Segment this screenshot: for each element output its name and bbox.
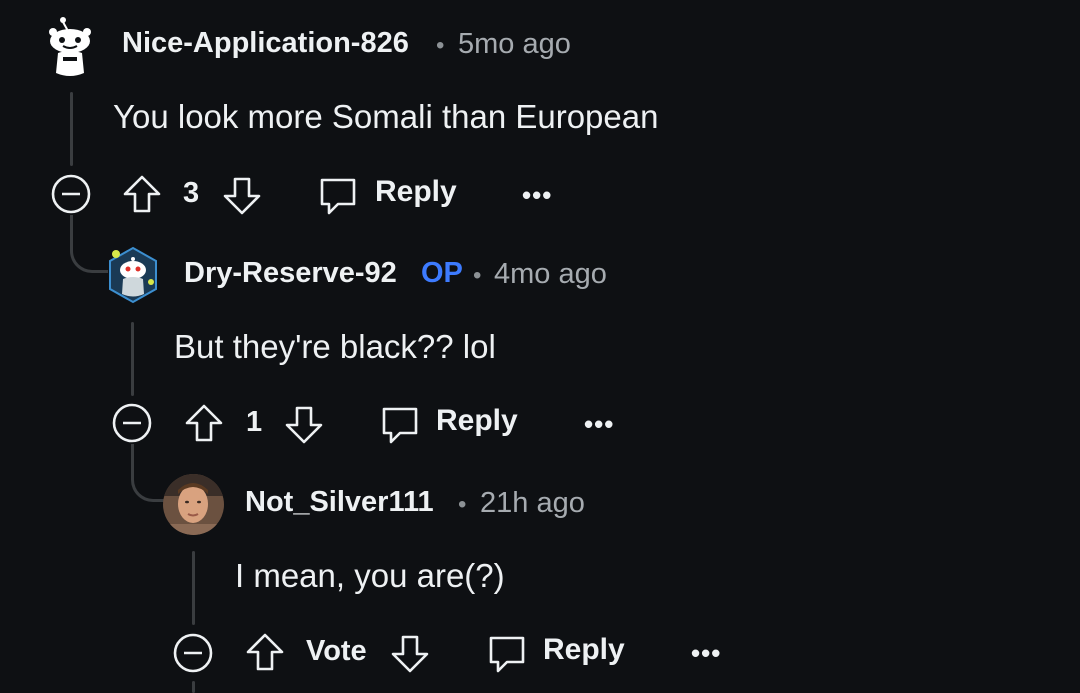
thread-line[interactable]	[192, 551, 195, 625]
avatar[interactable]	[163, 474, 224, 535]
comment-body: I mean, you are(?)	[235, 557, 505, 594]
reply-button[interactable]: Reply	[375, 175, 457, 209]
downvote-icon[interactable]	[390, 634, 430, 679]
reply-bubble-icon[interactable]	[487, 634, 527, 679]
reply-button[interactable]: Reply	[436, 404, 518, 438]
vote-label: Vote	[306, 635, 367, 667]
comment-timestamp: 21h ago	[480, 487, 585, 519]
comment-thread: Nice-Application-826 • 5mo ago You look …	[0, 0, 1080, 693]
reply-button[interactable]: Reply	[543, 633, 625, 667]
upvote-icon[interactable]	[245, 632, 285, 677]
upvote-icon[interactable]	[122, 174, 162, 219]
comment-author[interactable]: Dry-Reserve-92	[184, 257, 397, 290]
photo-avatar-icon	[163, 474, 224, 535]
thread-connector	[131, 444, 169, 502]
collapse-icon[interactable]	[112, 403, 152, 448]
more-options-icon[interactable]: •••	[584, 409, 614, 440]
op-badge: OP	[421, 257, 463, 289]
meta-separator: •	[458, 491, 467, 518]
thread-line[interactable]	[70, 92, 73, 166]
meta-separator: •	[436, 32, 445, 59]
thread-line[interactable]	[131, 322, 134, 396]
thread-connector	[70, 215, 108, 273]
reply-bubble-icon[interactable]	[318, 176, 358, 221]
meta-separator: •	[473, 262, 482, 289]
more-options-icon[interactable]: •••	[522, 180, 552, 211]
collapse-icon[interactable]	[173, 633, 213, 678]
avatar[interactable]	[106, 246, 160, 304]
comment-timestamp: 5mo ago	[458, 28, 571, 60]
downvote-icon[interactable]	[222, 176, 262, 221]
collapse-icon[interactable]	[51, 174, 91, 219]
more-options-icon[interactable]: •••	[691, 638, 721, 669]
reply-bubble-icon[interactable]	[380, 405, 420, 450]
snoo-avatar-icon	[49, 17, 91, 76]
comment-body: But they're black?? lol	[174, 328, 496, 365]
vote-score: 3	[183, 177, 200, 209]
vote-score: 1	[246, 406, 263, 438]
thread-line[interactable]	[192, 681, 195, 693]
upvote-icon[interactable]	[184, 403, 224, 448]
comment-author[interactable]: Nice-Application-826	[122, 27, 409, 60]
downvote-icon[interactable]	[284, 405, 324, 450]
comment-timestamp: 4mo ago	[494, 258, 607, 290]
avatar[interactable]	[46, 17, 96, 79]
comment-body: You look more Somali than European	[113, 98, 659, 135]
snoo-avatar-custom-icon	[109, 246, 157, 304]
comment-author[interactable]: Not_Silver111	[245, 486, 434, 519]
